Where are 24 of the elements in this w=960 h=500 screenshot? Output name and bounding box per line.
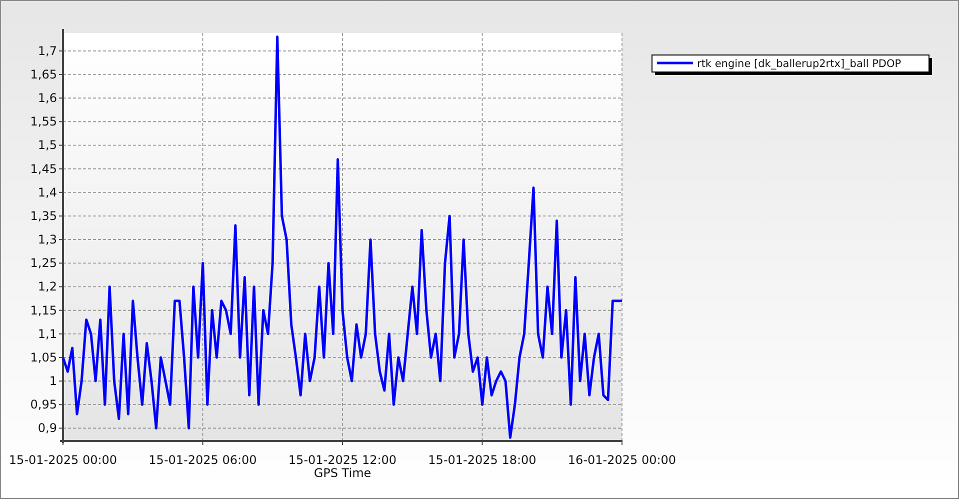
y-tick-label: 0,95	[30, 398, 57, 412]
y-tick-label: 1,1	[38, 326, 57, 341]
x-tick-label: 16-01-2025 00:00	[568, 453, 676, 467]
y-tick-label: 1,15	[30, 303, 57, 318]
y-tick-label: 1,5	[38, 138, 57, 152]
y-tick-label: 1,65	[30, 68, 57, 82]
y-tick-label: 1,2	[38, 280, 57, 294]
y-tick-label: 1,45	[30, 162, 57, 176]
y-tick-label: 0,9	[38, 421, 57, 436]
y-tick-label: 1,7	[38, 44, 57, 58]
x-tick-label: 15-01-2025 18:00	[428, 453, 536, 467]
y-tick-label: 1,4	[38, 185, 57, 200]
legend-label: rtk engine [dk_ballerup2rtx]_ball PDOP	[697, 58, 902, 70]
y-tick-label: 1	[49, 374, 57, 388]
x-axis-title: GPS Time	[314, 466, 372, 480]
x-tick-label: 15-01-2025 12:00	[288, 453, 397, 467]
y-tick-label: 1,35	[30, 208, 57, 223]
y-tick-label: 1,05	[30, 350, 57, 364]
x-tick-label: 15-01-2025 06:00	[148, 453, 257, 467]
y-tick-label: 1,25	[30, 256, 57, 270]
y-tick-label: 1,55	[30, 114, 57, 129]
y-tick-label: 1,6	[38, 91, 57, 106]
y-tick-label: 1,3	[38, 232, 57, 247]
x-tick-label: 15-01-2025 00:00	[8, 453, 118, 467]
